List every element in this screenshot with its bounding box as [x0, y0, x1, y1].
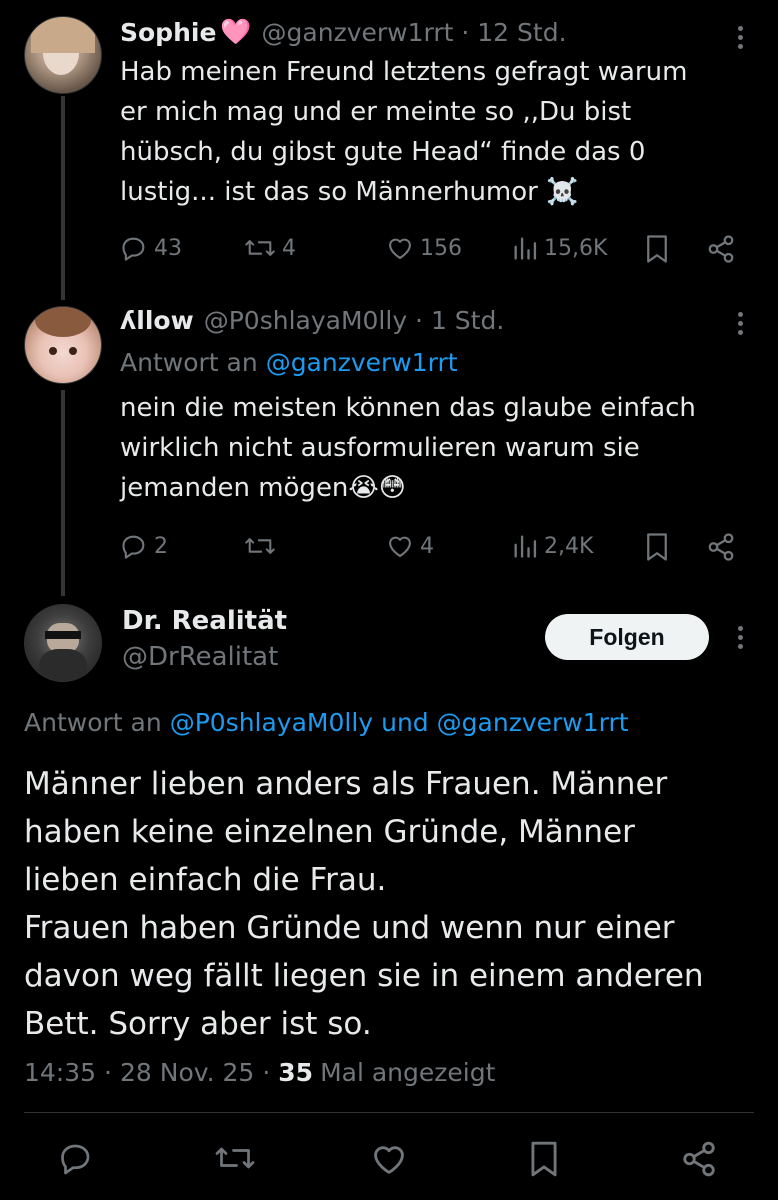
tweet-header: Sophie 🩷 @ganzverw1rrt · 12 Std. — [120, 14, 567, 50]
reply-context: Antwort an @ganzverw1rrt — [120, 344, 458, 380]
heart-icon — [389, 238, 411, 259]
reply-icon — [122, 237, 145, 261]
reply-button[interactable]: 43 — [120, 234, 182, 262]
thread-line — [61, 96, 65, 300]
repost-icon — [245, 538, 275, 554]
avatar[interactable] — [24, 16, 102, 94]
views-count: 15,6K — [544, 235, 608, 261]
like-count: 4 — [420, 533, 434, 559]
bookmark-icon — [647, 533, 667, 561]
share-button[interactable] — [680, 1140, 718, 1178]
views-button[interactable]: 2,4K — [512, 532, 593, 560]
views-count: 35 — [278, 1057, 314, 1087]
display-name[interactable]: ʎllow — [120, 306, 194, 335]
bookmark-button[interactable] — [644, 532, 670, 562]
reply-and: und — [381, 707, 429, 737]
bookmark-icon — [647, 235, 667, 263]
like-button[interactable]: 4 — [386, 532, 434, 560]
views-icon — [514, 535, 537, 558]
handle[interactable]: @DrRealitat — [122, 642, 278, 672]
like-count: 156 — [420, 235, 462, 261]
reply-icon — [122, 535, 145, 559]
tweet-text: nein die meisten können das glaube einfa… — [120, 393, 696, 503]
divider — [24, 1112, 754, 1113]
reply-count: 2 — [154, 533, 168, 559]
views-count: 2,4K — [544, 533, 594, 559]
repost-icon — [215, 1147, 255, 1169]
tweet-timestamp: 14:35 · 28 Nov. 25 · 35 Mal angezeigt — [24, 1057, 496, 1087]
tweet-text: Männer lieben anders als Frauen. Männer … — [24, 766, 704, 1042]
heart-icon — [389, 536, 411, 557]
reply-prefix: Antwort an — [120, 347, 258, 377]
share-icon — [683, 1141, 715, 1177]
more-icon[interactable] — [736, 626, 744, 649]
repost-count: 4 — [282, 235, 296, 261]
avatar[interactable] — [24, 306, 102, 384]
handle-and-time[interactable]: @ganzverw1rrt · 12 Std. — [262, 18, 567, 47]
repost-button[interactable] — [244, 532, 282, 560]
repost-button[interactable] — [214, 1140, 256, 1176]
avatar[interactable] — [24, 604, 102, 682]
more-icon[interactable] — [736, 312, 744, 335]
repost-button[interactable]: 4 — [244, 234, 296, 262]
share-button[interactable] — [706, 532, 736, 562]
follow-button[interactable]: Folgen — [545, 614, 709, 660]
share-icon — [708, 533, 734, 561]
bookmark-icon — [531, 1141, 557, 1177]
views-button[interactable]: 15,6K — [512, 234, 607, 262]
reply-icon — [61, 1144, 90, 1175]
reply-button[interactable] — [58, 1140, 94, 1176]
reply-mention[interactable]: @ganzverw1rrt — [266, 348, 458, 377]
display-name[interactable]: Dr. Realität — [122, 606, 287, 636]
like-button[interactable]: 156 — [386, 234, 462, 262]
views-icon — [514, 237, 537, 260]
tweet-text: Hab meinen Freund letztens gefragt warum… — [120, 57, 688, 207]
views-label: Mal angezeigt — [320, 1057, 496, 1087]
reply-mention[interactable]: @ganzverw1rrt — [437, 708, 629, 737]
post-date[interactable]: 28 Nov. 25 — [120, 1058, 254, 1087]
more-icon[interactable] — [736, 26, 744, 49]
thread-line — [61, 390, 65, 596]
share-button[interactable] — [706, 234, 736, 264]
like-button[interactable] — [370, 1140, 408, 1178]
display-name[interactable]: Sophie — [120, 18, 216, 47]
share-icon — [708, 235, 734, 263]
bookmark-button[interactable] — [644, 234, 670, 264]
heart-icon — [374, 1146, 404, 1174]
repost-icon — [245, 240, 275, 256]
reply-prefix: Antwort an — [24, 707, 162, 737]
heart-emoji-icon: 🩷 — [220, 17, 252, 46]
bookmark-button[interactable] — [528, 1140, 560, 1178]
reply-context: Antwort an @P0shlayaM0lly und @ganzverw1… — [24, 704, 629, 740]
reply-count: 43 — [154, 235, 182, 261]
post-time[interactable]: 14:35 — [24, 1058, 96, 1087]
tweet-header: ʎllow @P0shlayaM0lly · 1 Std. — [120, 302, 504, 338]
handle-and-time[interactable]: @P0shlayaM0lly · 1 Std. — [204, 306, 505, 335]
reply-button[interactable]: 2 — [120, 532, 168, 560]
reply-mention[interactable]: @P0shlayaM0lly — [170, 708, 373, 737]
